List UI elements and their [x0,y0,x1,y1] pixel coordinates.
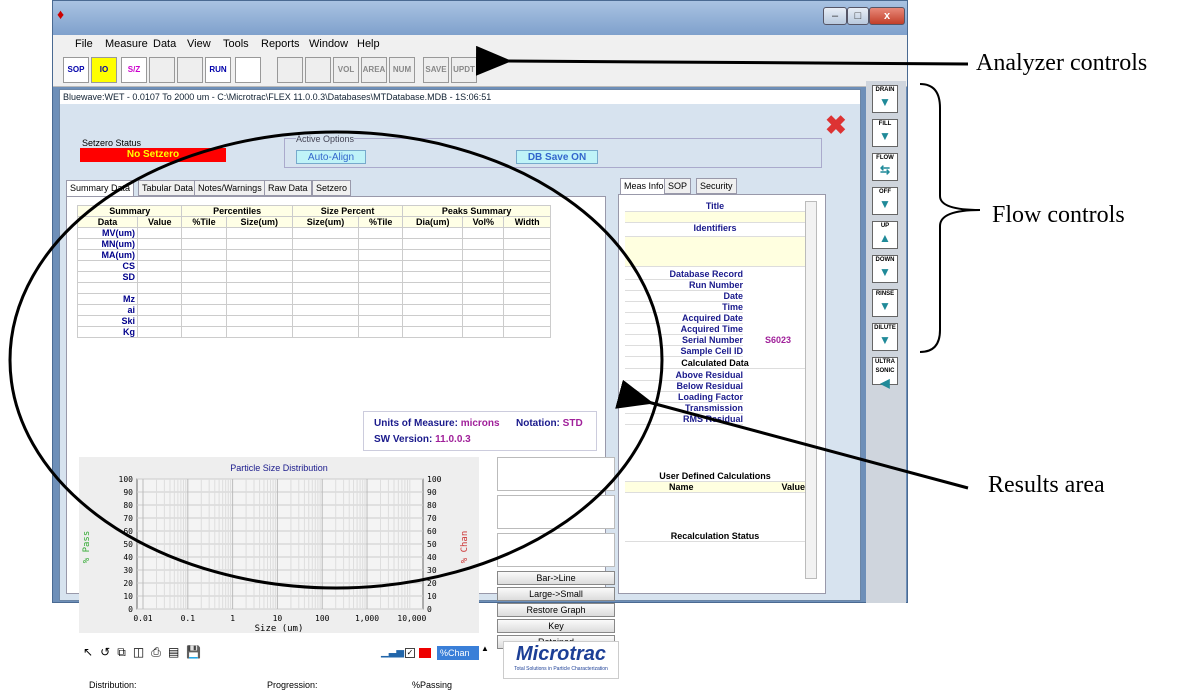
logo-tagline: Total Solutions in Particle Characteriza… [514,666,608,672]
y-tick-label: 0 [427,605,432,614]
series-color-swatch[interactable] [419,648,431,658]
flow-bracket [919,83,981,353]
microtrac-logo: Microtrac Total Solutions in Particle Ch… [503,641,619,679]
pointer-icon[interactable]: ↖ [83,645,93,659]
key-button[interactable]: Key [497,619,615,633]
annotation-overlay [8,45,981,590]
passing-label: %Passing [412,680,453,690]
save-icon[interactable]: 💾 [186,645,201,659]
chan-select[interactable]: %Chan [437,646,479,660]
results-arrow [615,379,969,490]
x-axis-label: Size (um) [255,624,304,633]
x-tick-label: 10,000 [397,614,426,623]
x-tick-label: 1 [230,614,235,623]
graph-toolbar: ↖ ↺ ⧉ ◫ ⎙ ▤ 💾 [83,645,223,665]
bar-chart-icon[interactable]: ▁▃▅ [381,647,404,658]
analyzer-arrow [475,45,969,76]
x-tick-label: 10 [273,614,283,623]
progression-label: Progression: [267,680,318,690]
series-checkbox[interactable]: ✓ [405,648,415,658]
x-tick-label: 0.01 [133,614,152,623]
restore-graph-button[interactable]: Restore Graph [497,603,615,617]
undo-icon[interactable]: ↺ [100,645,110,659]
channel-control: ▁▃▅ ✓ %Chan ▲ [381,644,501,664]
x-tick-label: 100 [315,614,330,623]
spinner-up-icon[interactable]: ▲ [481,644,489,653]
print-icon[interactable]: ⎙ [151,645,161,659]
y-tick-label: 0 [128,605,133,614]
paste-icon[interactable]: ▤ [168,645,179,659]
x-tick-label: 0.1 [181,614,196,623]
logo-name: Microtrac [515,643,607,665]
results-ellipse [8,130,664,590]
delete-icon[interactable]: ◫ [133,645,144,659]
distribution-label: Distribution: [89,680,137,690]
copy-icon[interactable]: ⧉ [117,645,126,659]
x-tick-label: 1,000 [355,614,379,623]
